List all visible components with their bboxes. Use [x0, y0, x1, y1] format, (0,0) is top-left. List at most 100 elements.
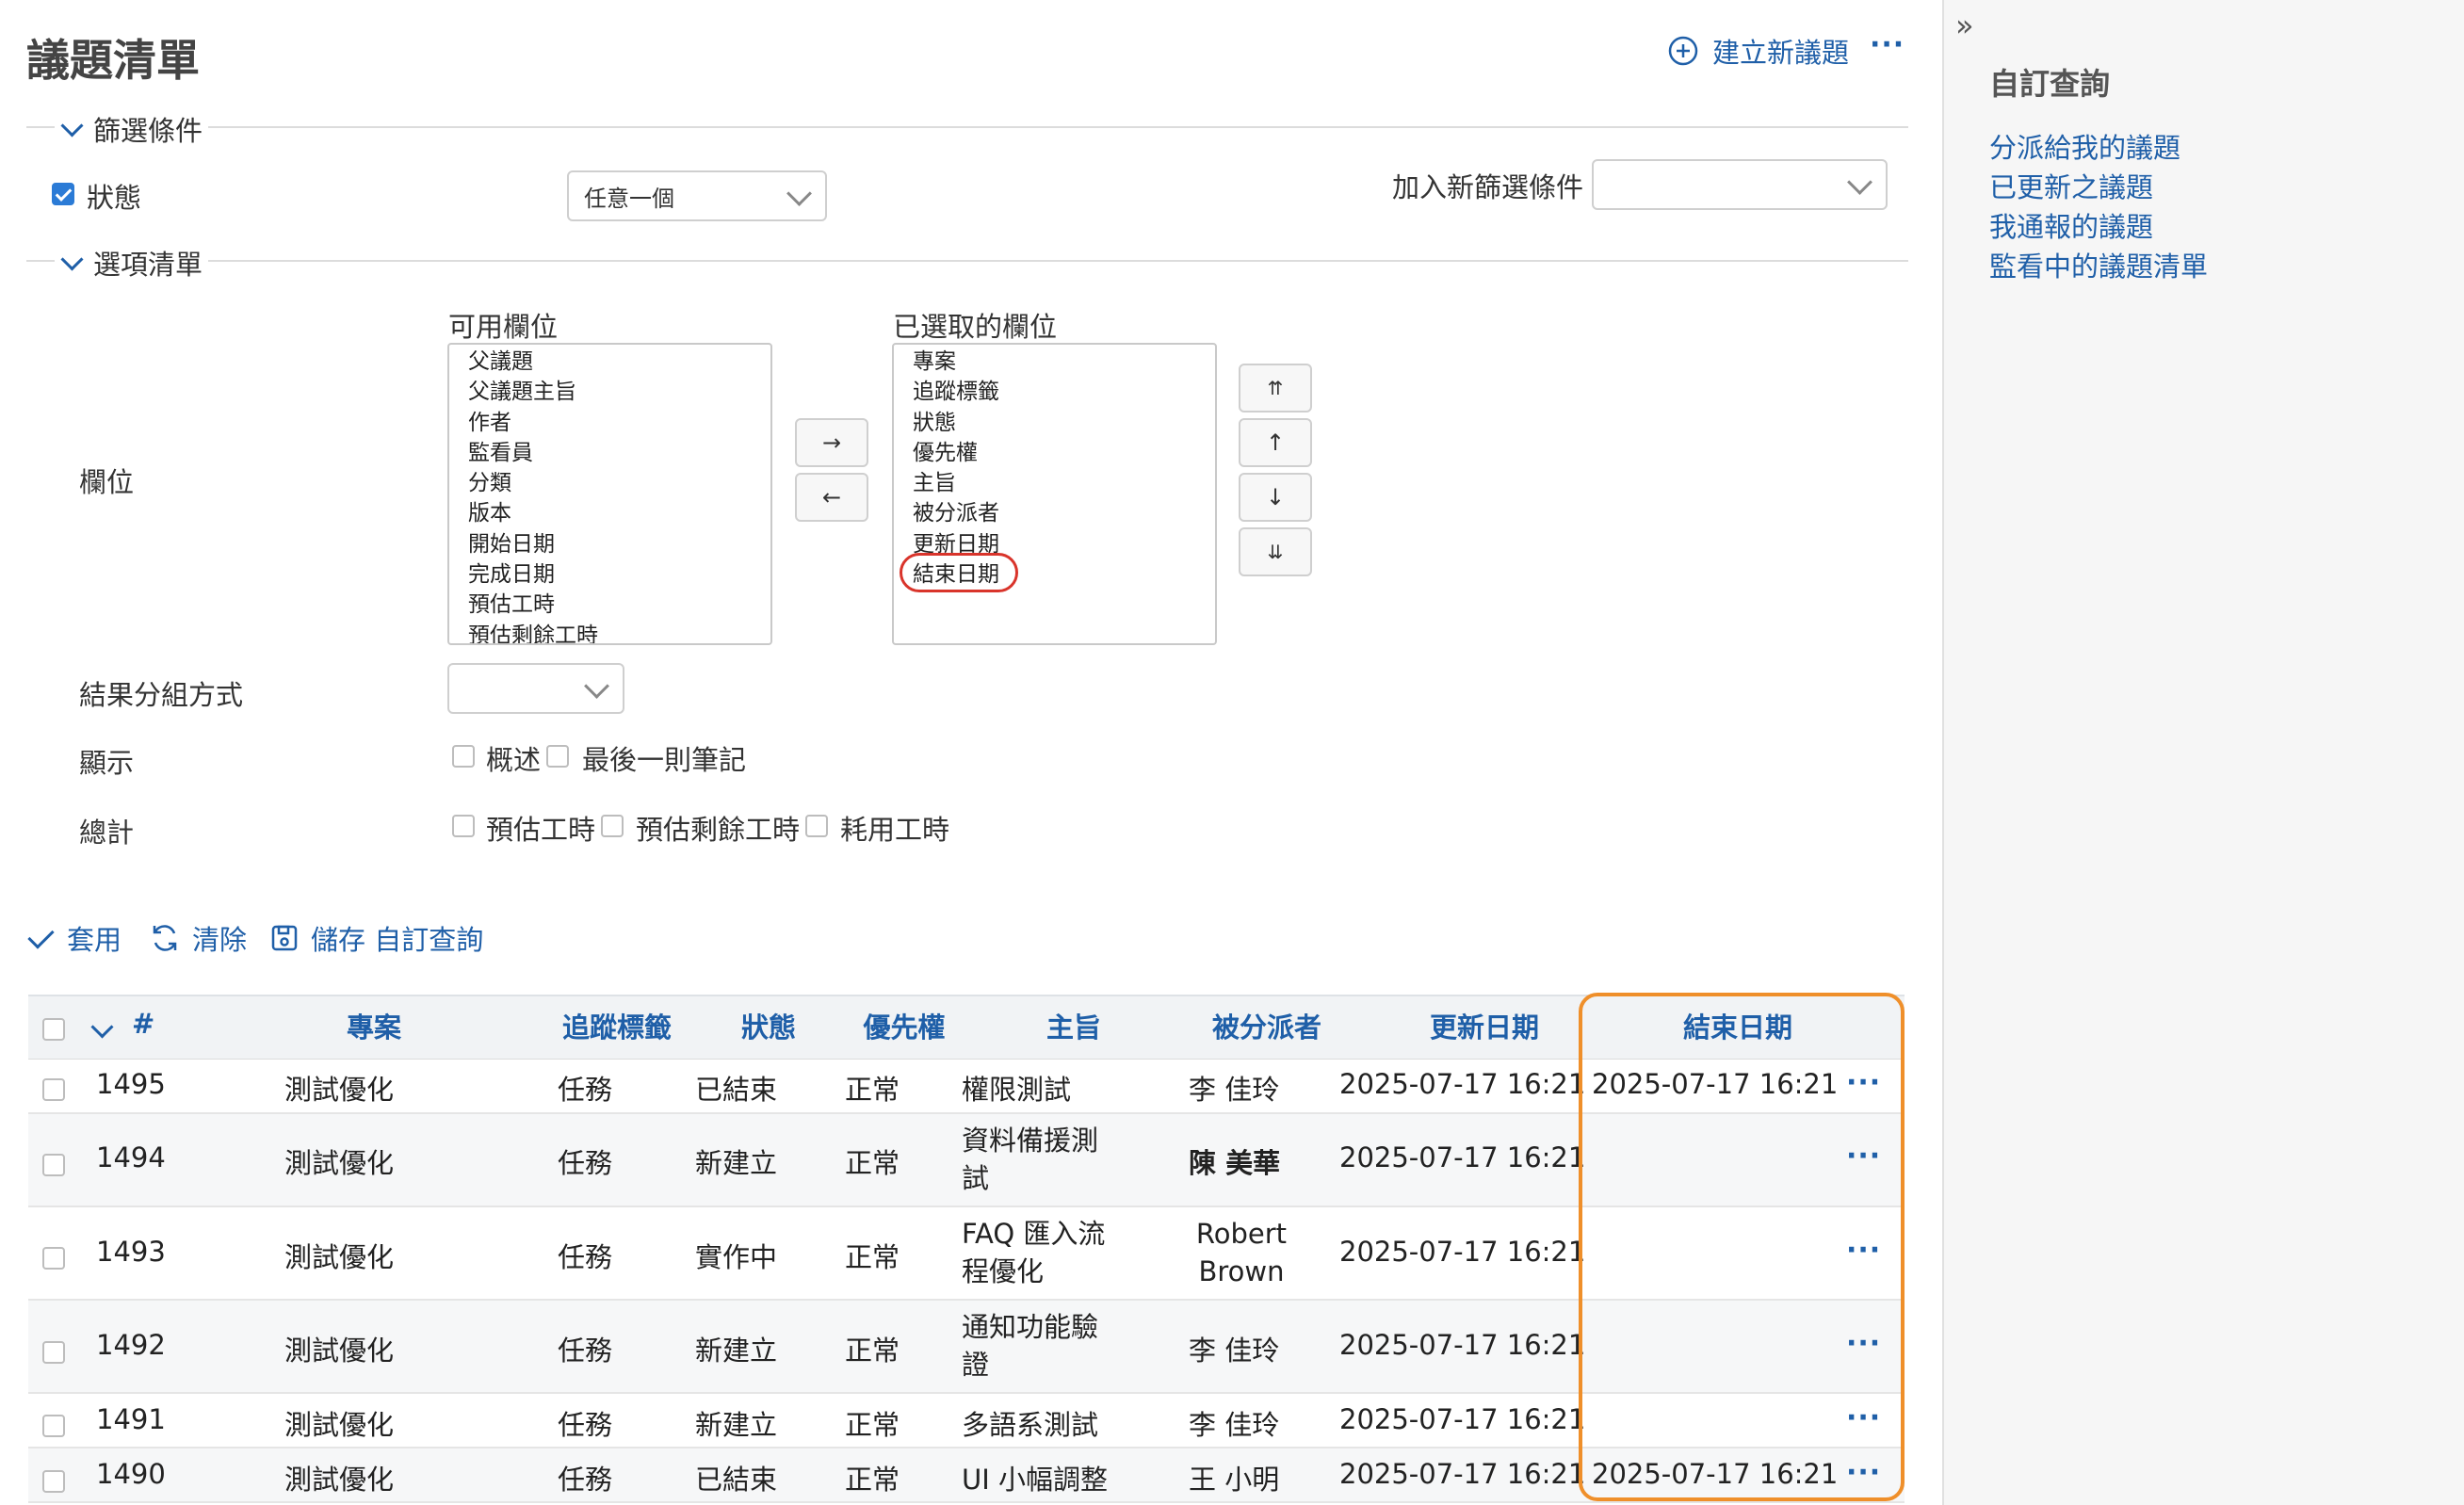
- project-link[interactable]: 測試優化: [284, 1141, 394, 1181]
- closed-column-highlight: [1579, 993, 1905, 1501]
- total-estimated-checkbox[interactable]: [452, 815, 475, 837]
- remove-column-button[interactable]: ←: [795, 473, 868, 522]
- issue-id-link[interactable]: 1490: [96, 1458, 166, 1490]
- tracker-cell: 任務: [558, 1335, 613, 1367]
- total-remaining-checkbox[interactable]: [601, 815, 624, 837]
- assignee-link[interactable]: 李 佳玲: [1189, 1403, 1279, 1443]
- new-issue-button[interactable]: 建立新議題: [1667, 31, 1849, 71]
- row-checkbox[interactable]: [42, 1078, 65, 1101]
- selected-column-option[interactable]: 優先權: [913, 438, 1215, 468]
- column-header-tracker[interactable]: 追蹤標籤: [546, 1006, 688, 1045]
- move-down-button[interactable]: ↓: [1239, 473, 1312, 522]
- issue-id-link[interactable]: 1492: [96, 1329, 166, 1361]
- tracker-cell: 任務: [558, 1074, 613, 1106]
- assignee-link[interactable]: 王 小明: [1189, 1458, 1279, 1497]
- selected-column-option[interactable]: 專案: [913, 347, 1215, 377]
- filters-legend[interactable]: 篩選條件: [55, 109, 209, 149]
- row-checkbox[interactable]: [42, 1341, 65, 1364]
- move-up-button[interactable]: ↑: [1239, 418, 1312, 467]
- status-filter-checkbox[interactable]: [52, 183, 74, 205]
- available-column-option[interactable]: 預估工時: [468, 590, 770, 620]
- apply-button[interactable]: 套用: [27, 918, 122, 958]
- available-column-option[interactable]: 監看員: [468, 438, 770, 468]
- clear-button[interactable]: 清除: [149, 918, 247, 958]
- move-top-button[interactable]: ⇈: [1239, 364, 1312, 413]
- issue-id-link[interactable]: 1493: [96, 1236, 166, 1268]
- available-column-option[interactable]: 預估剩餘工時: [468, 621, 770, 643]
- save-query-button[interactable]: 儲存 自訂查詢: [269, 918, 483, 958]
- project-link[interactable]: 測試優化: [284, 1458, 394, 1497]
- project-link[interactable]: 測試優化: [284, 1068, 394, 1108]
- selected-column-option[interactable]: 追蹤標籤: [913, 377, 1215, 407]
- sidebar-link-reported-by-me[interactable]: 我通報的議題: [1989, 205, 2153, 245]
- add-column-button[interactable]: →: [795, 418, 868, 467]
- move-bottom-button[interactable]: ⇊: [1239, 527, 1312, 576]
- assignee-link[interactable]: 李 佳玲: [1189, 1329, 1279, 1368]
- available-column-option[interactable]: 分類: [468, 468, 770, 498]
- selected-column-option[interactable]: 主旨: [913, 468, 1215, 498]
- issue-id-link[interactable]: 1495: [96, 1068, 166, 1100]
- project-link[interactable]: 測試優化: [284, 1236, 394, 1275]
- total-remaining-label: 預估剩餘工時: [636, 814, 801, 846]
- subject-link[interactable]: FAQ 匯入流程優化: [962, 1215, 1127, 1290]
- arrow-down-icon: ↓: [1265, 484, 1286, 510]
- column-header-status[interactable]: 狀態: [716, 1006, 821, 1045]
- options-legend[interactable]: 選項清單: [55, 243, 209, 283]
- assignee-link[interactable]: Robert Brown: [1189, 1215, 1294, 1290]
- collapse-sidebar-icon[interactable]: »: [1955, 8, 1974, 43]
- available-column-option[interactable]: 版本: [468, 498, 770, 528]
- more-options-icon[interactable]: ···: [1870, 28, 1905, 61]
- selected-column-option[interactable]: 狀態: [913, 408, 1215, 438]
- project-link[interactable]: 測試優化: [284, 1329, 394, 1368]
- status-operator-select[interactable]: 任意一個: [567, 170, 827, 221]
- subject-link[interactable]: 通知功能驗證: [962, 1308, 1112, 1384]
- available-columns-list[interactable]: 父議題 父議題主旨 作者 監看員 分類 版本 開始日期 完成日期 預估工時 預估…: [447, 343, 772, 645]
- arrow-right-icon: →: [821, 429, 842, 456]
- issue-id-link[interactable]: 1494: [96, 1141, 166, 1173]
- available-column-option[interactable]: 父議題主旨: [468, 377, 770, 407]
- subject-link[interactable]: 多語系測試: [962, 1403, 1098, 1443]
- assignee-link[interactable]: 李 佳玲: [1189, 1068, 1279, 1108]
- sidebar-link-assigned-to-me[interactable]: 分派給我的議題: [1989, 126, 2180, 166]
- tracker-cell: 任務: [558, 1409, 613, 1441]
- available-column-option[interactable]: 完成日期: [468, 559, 770, 590]
- available-column-option[interactable]: 作者: [468, 408, 770, 438]
- sidebar-link-updated-issues[interactable]: 已更新之議題: [1989, 166, 2153, 205]
- apply-label: 套用: [67, 924, 122, 956]
- row-checkbox[interactable]: [42, 1470, 65, 1493]
- status-cell: 已結束: [695, 1464, 778, 1496]
- row-checkbox[interactable]: [42, 1415, 65, 1437]
- check-icon: [27, 921, 55, 949]
- show-description-checkbox[interactable]: [452, 745, 475, 768]
- subject-link[interactable]: UI 小幅調整: [962, 1458, 1108, 1497]
- available-column-option[interactable]: 父議題: [468, 347, 770, 377]
- selected-column-option[interactable]: 被分派者: [913, 498, 1215, 528]
- column-header-project[interactable]: 專案: [283, 1006, 465, 1045]
- add-filter-select[interactable]: [1592, 159, 1888, 210]
- selected-columns-list[interactable]: 專案 追蹤標籤 狀態 優先權 主旨 被分派者 更新日期 結束日期: [892, 343, 1217, 645]
- total-spent-checkbox[interactable]: [805, 815, 828, 837]
- project-link[interactable]: 測試優化: [284, 1403, 394, 1443]
- chevron-down-icon[interactable]: [90, 1015, 114, 1039]
- tracker-cell: 任務: [558, 1241, 613, 1273]
- arrow-left-icon: ←: [821, 484, 842, 510]
- assignee-link[interactable]: 陳 美華: [1189, 1141, 1280, 1181]
- show-last-notes-checkbox[interactable]: [546, 745, 569, 768]
- subject-link[interactable]: 資料備援測試: [962, 1122, 1112, 1197]
- column-header-assignee[interactable]: 被分派者: [1187, 1006, 1347, 1045]
- issue-id-link[interactable]: 1491: [96, 1403, 166, 1435]
- updated-cell: 2025-07-17 16:21: [1339, 1141, 1586, 1173]
- row-checkbox[interactable]: [42, 1247, 65, 1270]
- sidebar-link-watched-issues[interactable]: 監看中的議題清單: [1989, 245, 2208, 284]
- available-column-option[interactable]: 開始日期: [468, 529, 770, 559]
- column-header-id[interactable]: #: [132, 1008, 154, 1040]
- row-checkbox[interactable]: [42, 1154, 65, 1176]
- add-filter-label: 加入新篩選條件: [1392, 171, 1584, 203]
- select-all-checkbox[interactable]: [42, 1018, 65, 1041]
- group-by-select[interactable]: [447, 663, 624, 714]
- priority-cell: 正常: [845, 1147, 900, 1179]
- column-header-priority[interactable]: 優先權: [848, 1006, 961, 1045]
- column-header-subject[interactable]: 主旨: [998, 1006, 1149, 1045]
- priority-cell: 正常: [845, 1335, 900, 1367]
- subject-link[interactable]: 權限測試: [962, 1068, 1071, 1108]
